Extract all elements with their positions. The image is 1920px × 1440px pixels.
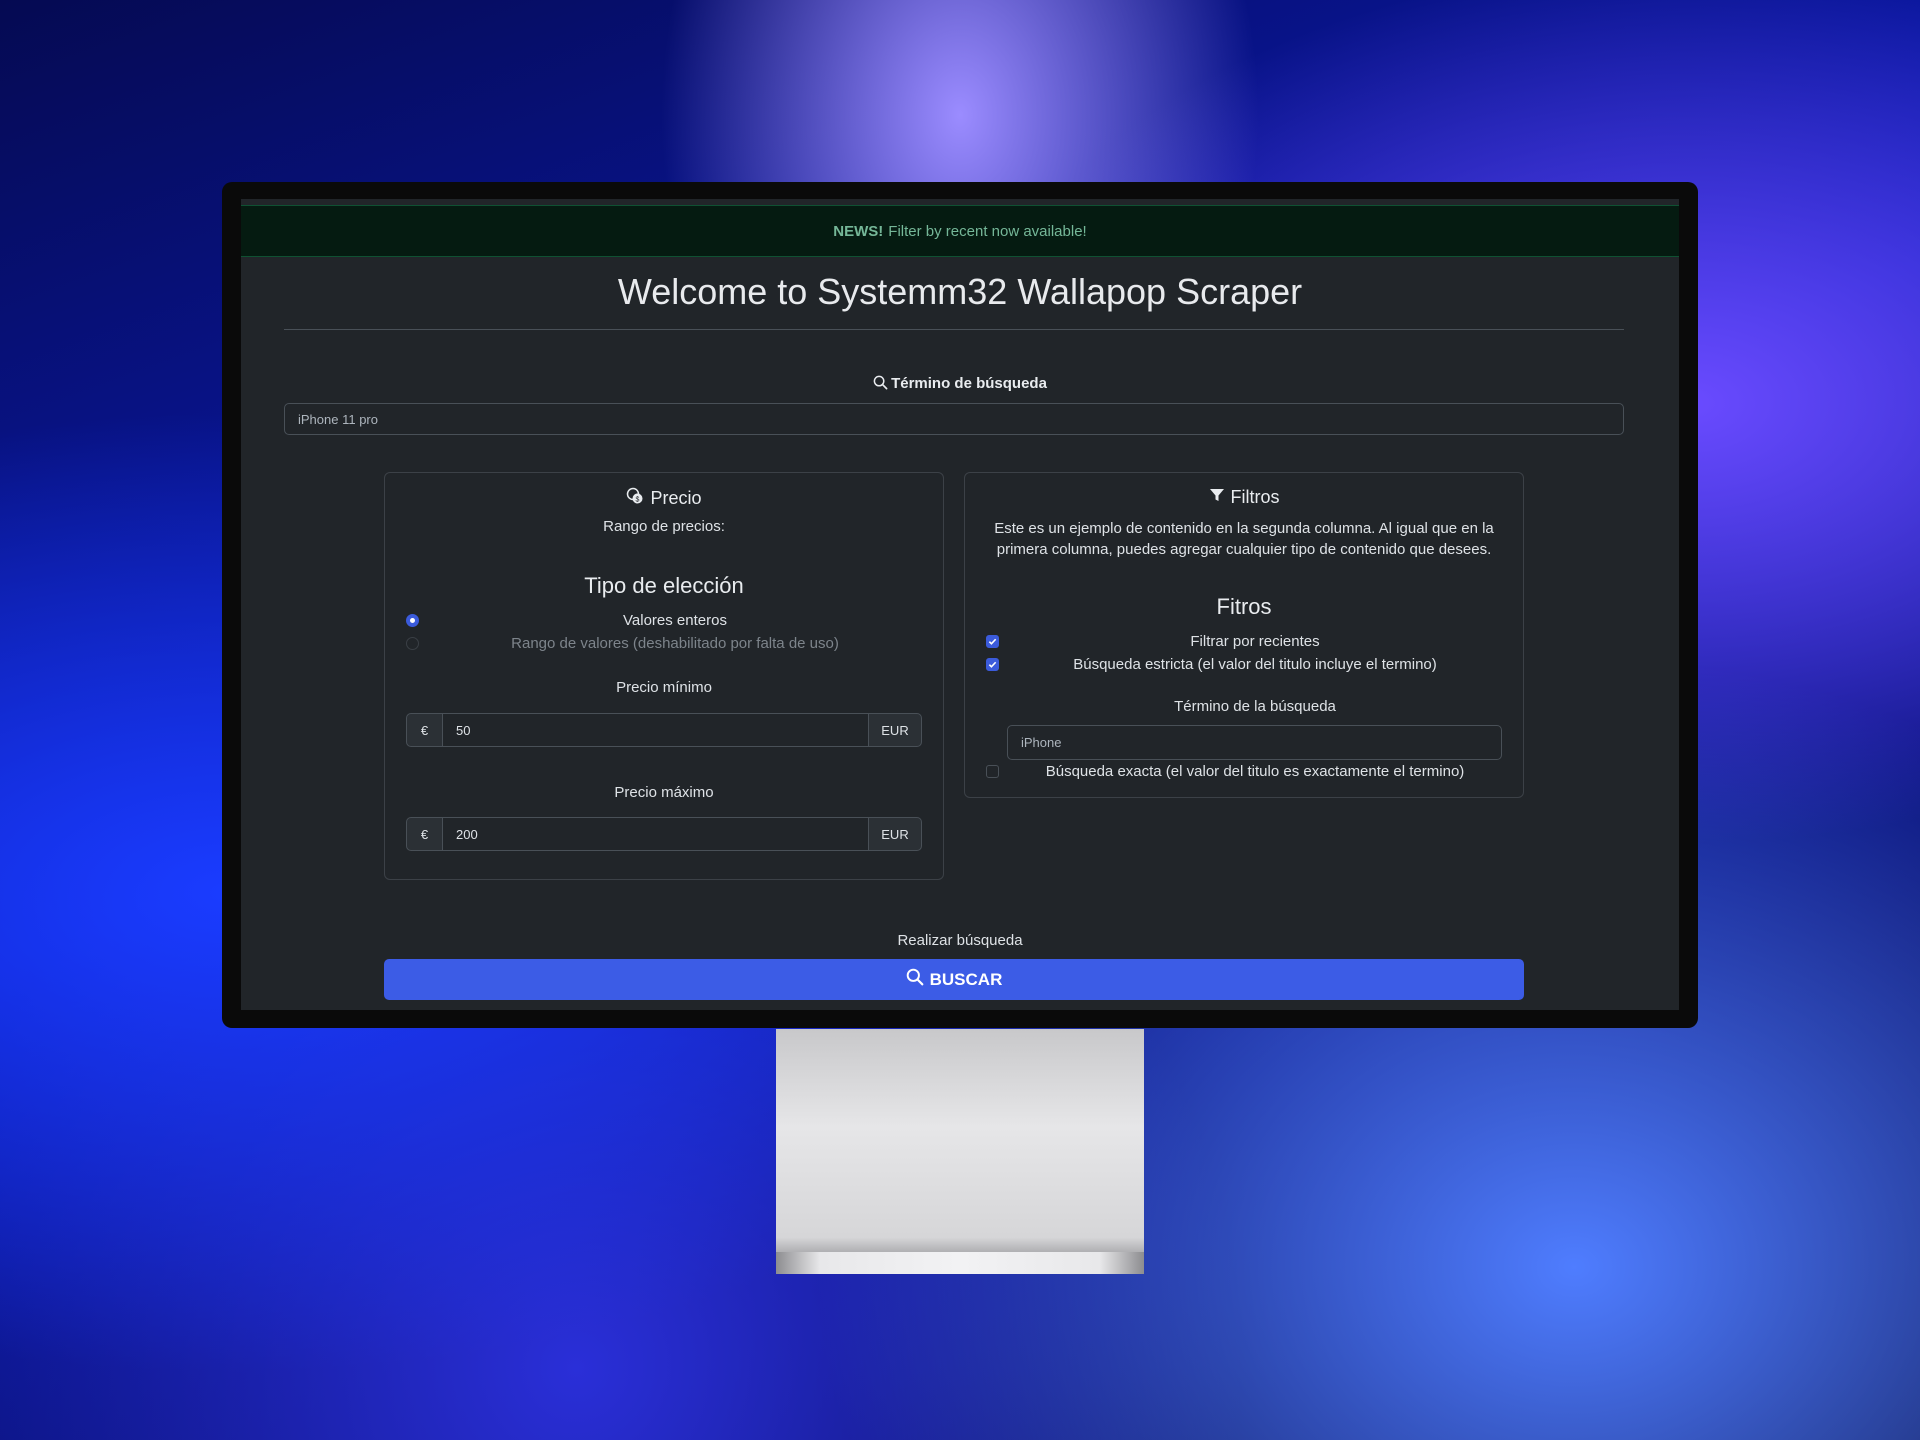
funnel-icon — [1209, 487, 1225, 508]
max-currency-suffix: EUR — [868, 817, 922, 851]
price-range-label: Rango de precios: — [603, 518, 725, 535]
filters-description-line1: Este es un ejemplo de contenido en la se… — [994, 520, 1494, 537]
app-screen: NEWS! Filter by recent now available! We… — [241, 199, 1679, 1010]
price-card-title: Precio — [650, 488, 702, 508]
choice-heading: Tipo de elección — [584, 573, 744, 598]
max-price-label: Precio máximo — [614, 784, 714, 801]
search-label: Término de búsqueda — [241, 375, 1679, 394]
min-currency-prefix: € — [406, 713, 443, 747]
max-currency-prefix: € — [406, 817, 443, 851]
min-price-input-group: € 50 EUR — [406, 713, 922, 747]
svg-text:$: $ — [636, 496, 640, 503]
price-card: $ Precio Rango de precios: Tipo de elecc… — [384, 472, 944, 880]
filters-description: Este es un ejemplo de contenido en la se… — [965, 518, 1523, 560]
monitor-stand — [776, 1029, 1144, 1274]
coins-icon: $ — [626, 487, 644, 510]
checkbox-exact-label: Búsqueda exacta (el valor del titulo es … — [1045, 763, 1465, 780]
min-price-input[interactable]: 50 — [443, 713, 868, 747]
search-icon — [873, 375, 888, 394]
max-price-input[interactable]: 200 — [443, 817, 868, 851]
filters-card-header: Filtros — [965, 487, 1523, 508]
submit-label: Realizar búsqueda — [897, 932, 1023, 949]
news-badge: NEWS! — [833, 222, 884, 240]
stand-foot — [776, 1252, 1144, 1274]
term-label: Término de la búsqueda — [1174, 698, 1336, 715]
search-button-label: BUSCAR — [929, 969, 1003, 989]
radio-range-label: Rango de valores (deshabilitado por falt… — [511, 635, 839, 652]
min-currency-suffix: EUR — [868, 713, 922, 747]
radio-integer-label: Valores enteros — [623, 612, 727, 629]
search-input-value: iPhone 11 pro — [298, 411, 378, 427]
filters-description-line2: primera columna, puedes agregar cualquie… — [996, 541, 1492, 558]
price-card-header: $ Precio — [385, 487, 943, 510]
news-banner: NEWS! Filter by recent now available! — [241, 205, 1679, 257]
search-icon — [906, 968, 924, 991]
title-divider — [284, 329, 1624, 330]
filters-card: Filtros Este es un ejemplo de contenido … — [964, 472, 1524, 798]
search-input[interactable]: iPhone 11 pro — [284, 403, 1624, 435]
search-button[interactable]: BUSCAR — [384, 959, 1524, 1000]
filters-card-title: Filtros — [1230, 487, 1280, 507]
news-text: Filter by recent now available! — [888, 222, 1087, 240]
filters-heading: Fitros — [1216, 594, 1272, 619]
checkbox-strict-label: Búsqueda estricta (el valor del titulo i… — [1073, 656, 1437, 673]
checkbox-recent-label: Filtrar por recientes — [1190, 633, 1320, 650]
term-input-value: iPhone — [1021, 735, 1062, 750]
page-title: Welcome to Systemm32 Wallapop Scraper — [617, 271, 1303, 312]
term-input[interactable]: iPhone — [1007, 725, 1502, 760]
search-label-text: Término de búsqueda — [891, 375, 1047, 392]
max-price-input-group: € 200 EUR — [406, 817, 922, 851]
min-price-label: Precio mínimo — [616, 679, 712, 696]
